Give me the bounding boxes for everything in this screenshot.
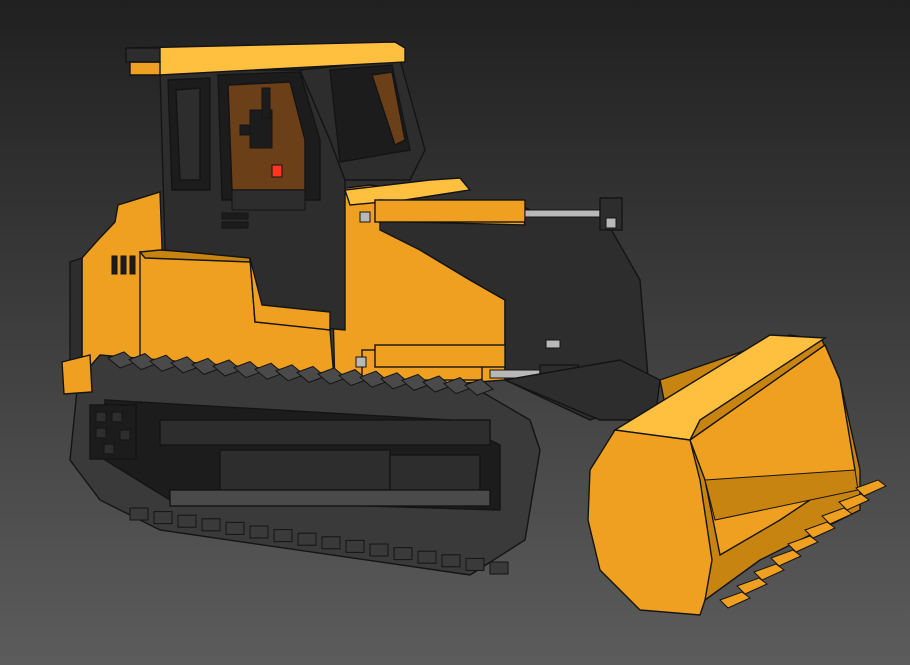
track-shoe [297,532,317,546]
drive-sprocket [89,404,137,460]
3d-viewport[interactable] [0,0,910,665]
cab-warning-light [271,164,283,178]
cab-window-left [167,77,211,191]
track-shoe [369,543,389,557]
track-shoe [465,557,485,571]
track-shoe [273,529,293,543]
track-shoe [249,525,269,539]
track-shoe [345,539,365,553]
engine-vent-slots [111,255,136,275]
bulldozer-scene [0,0,910,665]
track-shoe [177,514,197,528]
track-shoe [441,554,461,568]
track-shoe [417,550,437,564]
track-shoe [153,511,173,525]
track-shoe [489,561,509,575]
track-shoe [321,536,341,550]
track-shoe [225,521,245,535]
track-shoe [201,518,221,532]
track-shoe [129,507,149,521]
track-shoe [393,547,413,561]
